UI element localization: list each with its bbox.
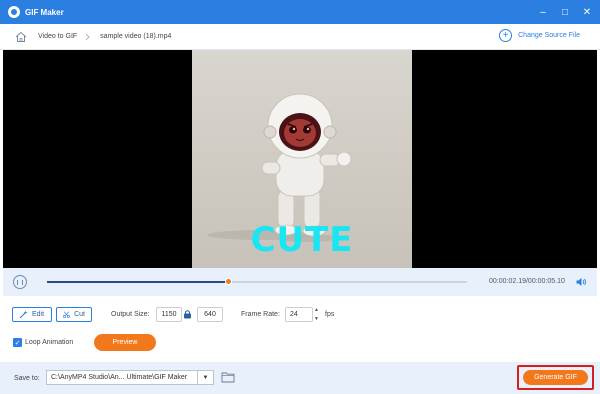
chevron-down-icon[interactable]: ▼	[314, 316, 319, 322]
breadcrumb-file-name: sample video (18).mp4	[100, 33, 172, 40]
footer-bar: Save to: C:\AnyMP4 Studio\An... Ultimate…	[0, 362, 600, 394]
window-title: GIF Maker	[25, 7, 64, 17]
plus-circle-icon: +	[499, 29, 513, 42]
player-controls: 00:00:02.19/00:00:05.10	[3, 268, 597, 296]
minimize-icon[interactable]: –	[536, 5, 550, 19]
change-source-file-button[interactable]: + Change Source File	[499, 29, 580, 42]
change-source-file-label: Change Source File	[518, 32, 580, 39]
generate-gif-highlight: Generate GIF	[517, 365, 594, 390]
title-bar: GIF Maker – □ ✕	[0, 0, 600, 24]
app-logo-icon	[8, 6, 20, 18]
save-path-field[interactable]: C:\AnyMP4 Studio\An... Ultimate\GIF Make…	[46, 370, 214, 385]
loop-animation-label: Loop Animation	[25, 339, 74, 346]
folder-icon[interactable]	[221, 371, 235, 383]
output-width-input[interactable]: 1150	[156, 307, 182, 322]
breadcrumb-video-to-gif[interactable]: Video to GIF	[38, 33, 77, 40]
edit-label: Edit	[32, 311, 45, 318]
timeline-handle[interactable]	[224, 278, 232, 285]
video-preview: CUTE	[3, 50, 597, 268]
save-to-label: Save to:	[14, 375, 40, 382]
gif-settings-panel: Edit Cut Output Size: 1150 640 Frame Rat…	[3, 296, 597, 362]
chevron-right-icon	[85, 33, 90, 40]
cut-label: Cut	[74, 311, 85, 318]
magic-wand-icon	[19, 310, 28, 319]
frame-rate-stepper[interactable]: ▲ ▼	[313, 307, 320, 322]
maximize-icon[interactable]: □	[558, 5, 572, 19]
output-size-label: Output Size:	[111, 311, 150, 318]
generate-gif-button[interactable]: Generate GIF	[523, 370, 588, 385]
video-caption-text: CUTE	[250, 220, 354, 260]
window-controls: – □ ✕	[536, 0, 594, 24]
edit-button[interactable]: Edit	[12, 307, 52, 322]
scissors-icon	[63, 311, 71, 318]
frame-rate-label: Frame Rate:	[241, 311, 280, 318]
video-frame: CUTE	[192, 50, 412, 268]
output-height-input[interactable]: 640	[197, 307, 223, 322]
chevron-down-icon[interactable]: ▼	[197, 371, 213, 384]
chevron-up-icon[interactable]: ▲	[314, 307, 319, 313]
volume-icon[interactable]	[575, 276, 587, 288]
fps-label: fps	[325, 311, 335, 318]
save-path-value: C:\AnyMP4 Studio\An... Ultimate\GIF Make…	[51, 374, 188, 381]
pause-button[interactable]	[13, 275, 27, 289]
timeline-progress	[47, 281, 228, 283]
cut-button[interactable]: Cut	[56, 307, 92, 322]
frame-rate-input[interactable]: 24	[285, 307, 313, 322]
breadcrumb: Video to GIF sample video (18).mp4 + Cha…	[0, 24, 600, 50]
preview-button[interactable]: Preview	[94, 334, 156, 351]
time-display: 00:00:02.19/00:00:05.10	[489, 278, 565, 285]
timeline-track[interactable]	[47, 278, 467, 285]
close-icon[interactable]: ✕	[580, 5, 594, 19]
lock-icon[interactable]	[183, 309, 192, 319]
loop-animation-checkbox[interactable]: ✓	[13, 338, 22, 347]
home-icon[interactable]	[14, 30, 28, 44]
